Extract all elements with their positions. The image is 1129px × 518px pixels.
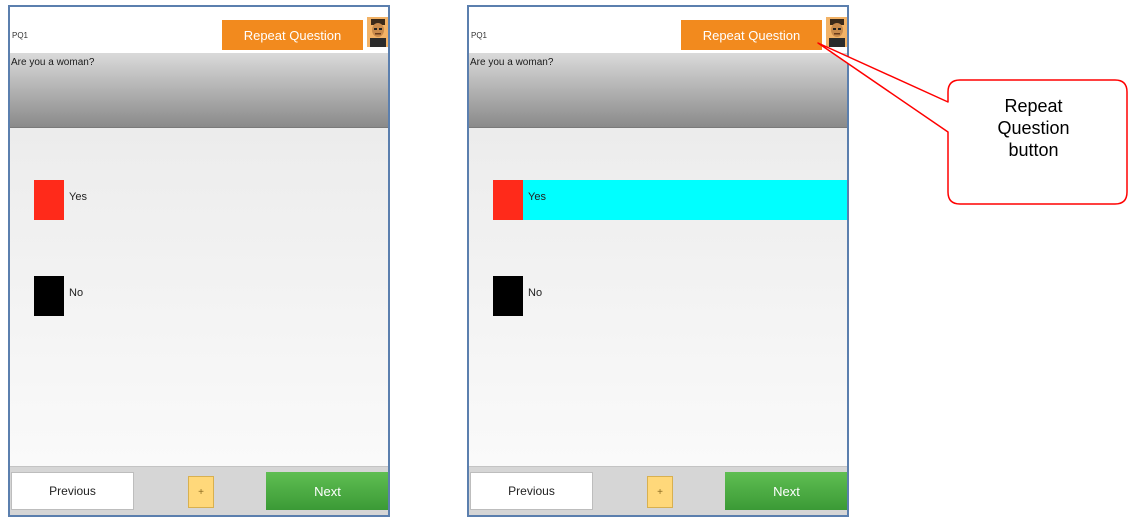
question-id: PQ1	[12, 31, 29, 40]
answer-area: Yes No	[10, 128, 388, 467]
answer-area: Yes No	[469, 128, 847, 467]
option-yes[interactable]: Yes	[493, 180, 847, 220]
plus-button[interactable]: +	[188, 476, 214, 508]
option-no-swatch	[493, 276, 523, 316]
question-box: Are you a woman?	[469, 53, 847, 128]
user-avatar-icon	[826, 17, 847, 47]
bottom-nav: Previous + Next	[10, 466, 388, 515]
question-text: Are you a woman?	[11, 57, 95, 68]
callout-line-3: button	[1008, 140, 1059, 160]
option-no-label: No	[528, 287, 543, 299]
screen-left: PQ1 Repeat Question Are you a woman? Yes	[8, 5, 390, 517]
question-id: PQ1	[471, 31, 488, 40]
question-box: Are you a woman?	[10, 53, 388, 128]
stage: PQ1 Repeat Question Are you a woman? Yes	[0, 0, 1129, 518]
repeat-question-button[interactable]: Repeat Question	[681, 20, 822, 50]
repeat-question-button[interactable]: Repeat Question	[222, 20, 363, 50]
option-yes-swatch	[34, 180, 64, 220]
question-text: Are you a woman?	[470, 57, 554, 68]
callout-label: Repeat Question button	[945, 95, 1122, 161]
option-yes-swatch	[493, 180, 523, 220]
user-avatar-icon	[367, 17, 388, 47]
option-no-label: No	[69, 287, 84, 299]
option-yes-label: Yes	[528, 191, 546, 203]
option-yes-label: Yes	[69, 191, 87, 203]
top-bar: PQ1 Repeat Question	[10, 7, 388, 54]
option-no-swatch	[34, 276, 64, 316]
plus-button[interactable]: +	[647, 476, 673, 508]
next-button[interactable]: Next	[725, 472, 847, 510]
previous-button[interactable]: Previous	[11, 472, 134, 510]
callout-line-1: Repeat	[1004, 96, 1063, 116]
top-bar: PQ1 Repeat Question	[469, 7, 847, 54]
next-button[interactable]: Next	[266, 472, 388, 510]
screen-right: PQ1 Repeat Question Are you a woman? Yes	[467, 5, 849, 517]
callout-line-2: Question	[997, 118, 1070, 138]
previous-button[interactable]: Previous	[470, 472, 593, 510]
bottom-nav: Previous + Next	[469, 466, 847, 515]
